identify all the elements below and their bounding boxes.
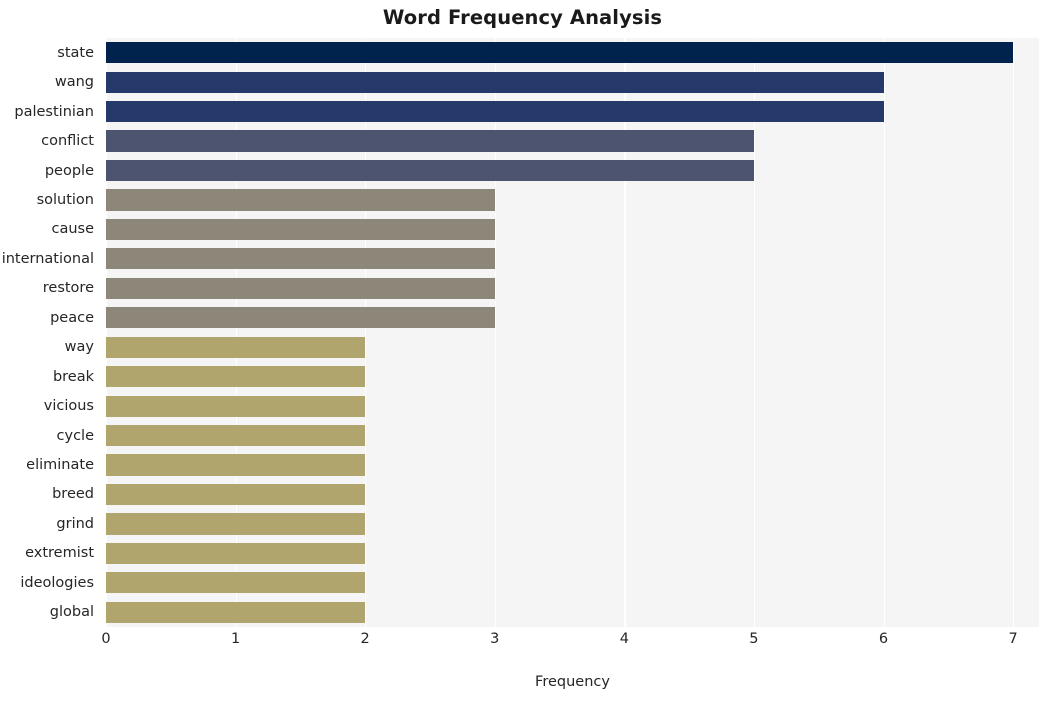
y-tick-label-way: way (64, 339, 94, 356)
y-tick-label-solution: solution (36, 191, 94, 208)
bar-row (106, 483, 1039, 506)
bar-international[interactable] (106, 248, 495, 270)
bar-row (106, 366, 1039, 388)
bar-row (106, 454, 1039, 476)
y-tick-label-extremist: extremist (25, 545, 94, 562)
bar-vicious[interactable] (106, 395, 366, 417)
bar-break[interactable] (106, 366, 366, 388)
y-tick-label-people: people (44, 162, 94, 179)
bar-people[interactable] (106, 159, 754, 182)
bar-way[interactable] (106, 336, 366, 358)
x-tick-label-3: 3 (490, 631, 500, 647)
y-axis-tick-labels: state wang palestinian conflict people soluti… (0, 38, 100, 627)
y-tick-label-eliminate: eliminate (26, 457, 94, 474)
bar-row (106, 542, 1039, 564)
x-axis-label: Frequency (535, 674, 610, 690)
y-tick-label-global: global (49, 604, 94, 621)
y-tick-label-cycle: cycle (56, 427, 94, 444)
bar-global[interactable] (106, 601, 366, 623)
bar-peace[interactable] (106, 307, 495, 329)
bar-row (106, 130, 1039, 152)
bar-row (106, 42, 1039, 64)
bar-row (106, 218, 1039, 241)
chart-figure: Word Frequency Analysis state wang palesti… (0, 0, 1045, 701)
bar-ideologies[interactable] (106, 572, 366, 594)
y-tick-label-wang: wang (54, 74, 94, 91)
bar-row (106, 336, 1039, 358)
x-tick-label-2: 2 (360, 631, 370, 647)
bar-row (106, 513, 1039, 535)
y-tick-label-peace: peace (50, 309, 94, 326)
x-tick-label-4: 4 (619, 631, 629, 647)
x-tick-label-7: 7 (1008, 631, 1018, 647)
bar-eliminate[interactable] (106, 454, 366, 476)
bar-row (106, 71, 1039, 93)
bar-row (106, 601, 1039, 623)
y-tick-label-state: state (57, 44, 94, 61)
bar-breed[interactable] (106, 483, 366, 506)
y-tick-label-break: break (52, 368, 94, 385)
x-tick-label-6: 6 (878, 631, 889, 647)
plot-area (106, 38, 1039, 627)
x-tick-label-0: 0 (101, 631, 111, 647)
y-tick-label-palestinian: palestinian (14, 103, 94, 120)
bar-cycle[interactable] (106, 424, 366, 447)
x-axis-tick-labels: 0 1 2 3 4 5 6 7 (101, 631, 1039, 655)
bar-row (106, 424, 1039, 447)
bar-palestinian[interactable] (106, 101, 884, 123)
bar-row (106, 101, 1039, 123)
bar-state[interactable] (106, 42, 1014, 64)
y-tick-label-restore: restore (42, 280, 94, 297)
bar-cause[interactable] (106, 218, 495, 241)
y-tick-label-grind: grind (56, 515, 94, 532)
y-tick-label-conflict: conflict (41, 133, 94, 150)
y-tick-label-ideologies: ideologies (20, 574, 94, 591)
bar-solution[interactable] (106, 189, 495, 211)
bar-row (106, 248, 1039, 270)
bar-conflict[interactable] (106, 130, 754, 152)
bar-row (106, 307, 1039, 329)
bar-row (106, 189, 1039, 211)
bar-row (106, 395, 1039, 417)
bar-grind[interactable] (106, 513, 366, 535)
bars-layer (106, 38, 1039, 627)
x-tick-label-1: 1 (230, 631, 241, 647)
bar-row (106, 277, 1039, 299)
bar-restore[interactable] (106, 277, 495, 299)
y-tick-label-breed: breed (52, 486, 94, 503)
y-tick-label-vicious: vicious (43, 398, 94, 415)
bar-wang[interactable] (106, 71, 884, 93)
chart-title: Word Frequency Analysis (382, 6, 663, 29)
bar-extremist[interactable] (106, 542, 366, 564)
y-tick-label-international: international (1, 250, 94, 267)
x-tick-label-5: 5 (749, 631, 759, 647)
bar-row (106, 159, 1039, 182)
bar-row (106, 572, 1039, 594)
y-tick-label-cause: cause (51, 221, 94, 238)
